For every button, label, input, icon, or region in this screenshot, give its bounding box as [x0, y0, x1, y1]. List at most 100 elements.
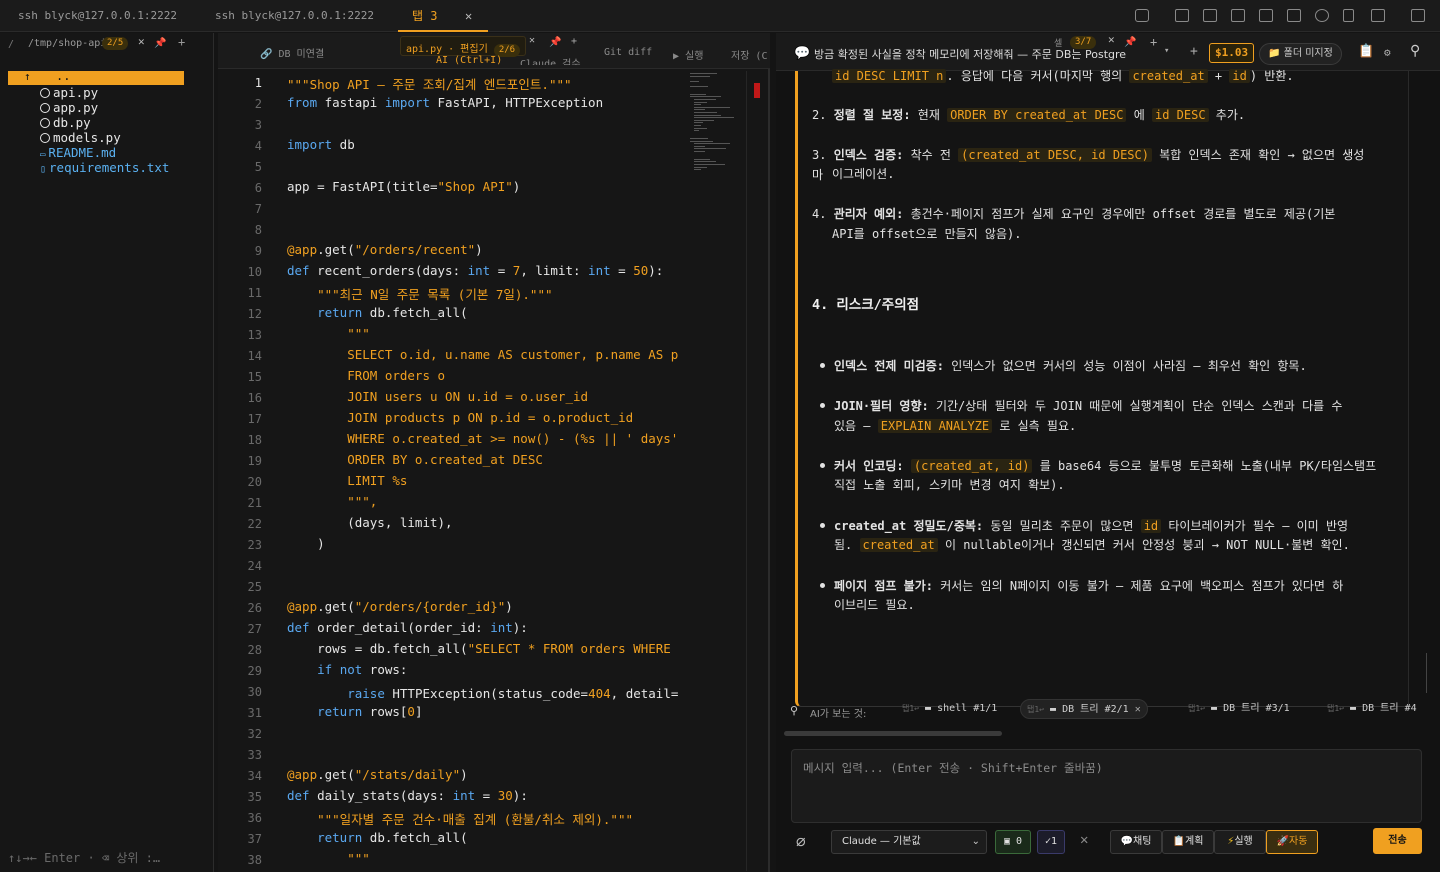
ctx-scrollbar[interactable] — [784, 731, 1002, 736]
minimap-line — [694, 166, 707, 168]
editor-toolbar: 🔗 DB 미연결 api.py · 편집기 2/6 ✕ 📌 + AI (Ctrl… — [218, 33, 770, 69]
line-number: 11 — [247, 286, 262, 300]
camera-icon[interactable] — [1135, 9, 1149, 22]
chat-pager: 3/7 — [1070, 36, 1097, 49]
split-vertical-icon[interactable] — [1203, 9, 1217, 22]
code-line: ORDER BY o.created_at DESC — [287, 452, 543, 467]
line-number: 12 — [247, 307, 262, 321]
remove-chip-icon[interactable]: ✕ — [1135, 704, 1141, 715]
mode-chat-button[interactable]: 💬채팅 — [1110, 830, 1162, 854]
code-line: JOIN users u ON u.id = o.user_id — [287, 389, 589, 404]
code-area[interactable]: """Shop API — 주문 조회/집계 엔드포인트.""" from fas… — [287, 69, 679, 869]
mode-auto-button[interactable]: 🚀자동 — [1266, 830, 1318, 854]
save-tab[interactable]: 저장 (C — [731, 47, 769, 62]
attach-paperclip-icon[interactable]: ⌀ — [796, 832, 806, 851]
mode-plan-button[interactable]: 📋계획 — [1162, 830, 1214, 854]
text-span: 있음 — — [834, 419, 878, 433]
minimap-line — [694, 106, 730, 108]
split-horizontal-icon[interactable] — [1231, 9, 1245, 22]
ctx-chip-label: DB 트리 #3/1 — [1223, 703, 1290, 714]
bookmark-icon[interactable] — [1343, 9, 1354, 22]
minimap[interactable] — [688, 69, 748, 219]
input-placeholder: 메시지 입력... (Enter 전송 · Shift+Enter 줄바꿈) — [803, 761, 1103, 775]
code-line: (days, limit), — [287, 515, 453, 530]
code-line: @app.get("/orders/{order_id}") — [287, 599, 513, 614]
keyboard-hint: ↑↓→← Enter · ⌫ 상위 :… — [8, 851, 161, 865]
model-select[interactable]: Claude — 기본값 ⌄ — [831, 830, 987, 854]
ctx-chip[interactable]: 탭1↩ ▬ shell #1/1 — [896, 699, 1003, 719]
close-editor-icon[interactable]: ✕ — [529, 35, 535, 46]
bullet-continuation: 직접 노출 회피, 스키마 변경 여지 확보). — [834, 478, 1065, 492]
text-span: 인덱스가 없으면 커서의 성능 이점이 사라짐 — 최우선 확인 항목. — [944, 359, 1307, 373]
folder-selector[interactable]: 📁 폴더 미지정 — [1259, 43, 1342, 65]
message-input[interactable]: 메시지 입력... (Enter 전송 · Shift+Enter 줄바꿈) — [791, 749, 1422, 823]
send-button[interactable]: 전송 — [1373, 828, 1422, 854]
file-item[interactable]: api.py — [40, 85, 98, 100]
new-chat-icon[interactable]: + — [1190, 44, 1198, 59]
python-file-icon — [40, 118, 50, 128]
search-icon[interactable]: ⚲ — [1410, 43, 1420, 59]
close-tab-icon[interactable]: ✕ — [465, 9, 472, 23]
minimap-line — [694, 145, 705, 147]
ai-tab[interactable]: AI (Ctrl+I) — [436, 55, 502, 65]
file-item[interactable]: db.py — [40, 115, 91, 130]
tab-ssh-1[interactable]: ssh blyck@127.0.0.1:2222 — [18, 0, 198, 32]
tab-ssh-2[interactable]: ssh blyck@127.0.0.1:2222 — [215, 0, 385, 32]
minimap-line — [690, 96, 721, 98]
mode-execute-button[interactable]: ⚡실행 — [1214, 830, 1266, 854]
file-item[interactable]: ▯ requirements.txt — [40, 160, 169, 177]
pin-icon[interactable]: 📌 — [1124, 37, 1136, 48]
line-number: 13 — [247, 328, 262, 342]
git-diff-tab[interactable]: Git diff — [604, 47, 652, 58]
ctx-chip[interactable]: 탭1↩ ▬ DB 트리 #3/1 — [1182, 699, 1296, 719]
close-pane-icon[interactable]: ✕ — [138, 35, 145, 48]
line-number: 37 — [247, 832, 262, 846]
menu-icon[interactable] — [1411, 9, 1425, 22]
dropdown-chevron-icon[interactable]: ▾ — [1164, 46, 1169, 56]
selected-row[interactable]: ↑ .. — [8, 69, 184, 85]
token-counter[interactable]: ▣ 0 — [995, 830, 1031, 854]
scroll-track[interactable] — [746, 71, 747, 871]
minimap-line — [690, 138, 708, 139]
step-number: 2. — [812, 108, 827, 122]
close-pane-icon[interactable] — [1259, 9, 1273, 22]
clipboard-icon[interactable]: 📋 — [1358, 44, 1374, 59]
chat-scrollbar[interactable] — [1426, 653, 1427, 693]
add-pane-icon[interactable]: + — [178, 35, 185, 49]
python-file-icon — [40, 133, 50, 143]
db-status[interactable]: 🔗 DB 미연결 — [260, 45, 324, 60]
pin-icon[interactable]: 📌 — [154, 38, 166, 49]
minimap-line — [690, 80, 699, 82]
new-pane-icon[interactable] — [1175, 9, 1189, 22]
step-title: 관리자 예외: — [833, 207, 904, 221]
line-number: 29 — [247, 664, 262, 678]
pin-icon[interactable]: 📌 — [549, 37, 561, 48]
tab-3[interactable]: 탭 3 — [398, 0, 488, 32]
ctx-chip-active[interactable]: 탭1↩ ▬ DB 트리 #2/1 ✕ — [1020, 699, 1148, 719]
add-chat-icon[interactable]: + — [1150, 35, 1157, 49]
file-item[interactable]: models.py — [40, 130, 121, 145]
window-icon[interactable] — [1371, 9, 1385, 22]
tools-off-icon[interactable]: ✕ — [1080, 832, 1088, 848]
step-continuation: API를 offset으로 만들지 않음). — [832, 227, 1022, 241]
globe-icon[interactable] — [1315, 9, 1329, 22]
line-number: 36 — [247, 811, 262, 825]
run-tab[interactable]: ▶ 실행 — [673, 47, 703, 62]
code-chip: id DESC — [1151, 108, 1209, 122]
minimap-line — [694, 109, 705, 111]
ctx-chip-label: DB 트리 #2/1 — [1062, 704, 1129, 715]
close-chat-icon[interactable]: ✕ — [1108, 33, 1115, 46]
line-number: 6 — [254, 181, 262, 195]
keyboard-icon[interactable] — [1287, 9, 1301, 22]
line-number: 4 — [254, 139, 262, 153]
editor-file-tab[interactable]: api.py · 편집기 2/6 — [400, 36, 527, 57]
add-icon[interactable]: + — [571, 36, 577, 47]
settings-gear-icon[interactable]: ⚙ — [1384, 46, 1391, 59]
chat-icon: 💬 — [1120, 836, 1134, 847]
code-line: """Shop API — 주문 조회/집계 엔드포인트.""" — [287, 77, 572, 92]
claude-review-tab[interactable]: Claude 검수 — [520, 55, 581, 65]
ctx-chip[interactable]: 탭1↩ ▬ DB 트리 #4 — [1321, 699, 1440, 719]
file-item[interactable]: app.py — [40, 100, 98, 115]
check-counter[interactable]: ✓1 — [1037, 830, 1065, 854]
code-chip: created_at — [859, 538, 938, 552]
